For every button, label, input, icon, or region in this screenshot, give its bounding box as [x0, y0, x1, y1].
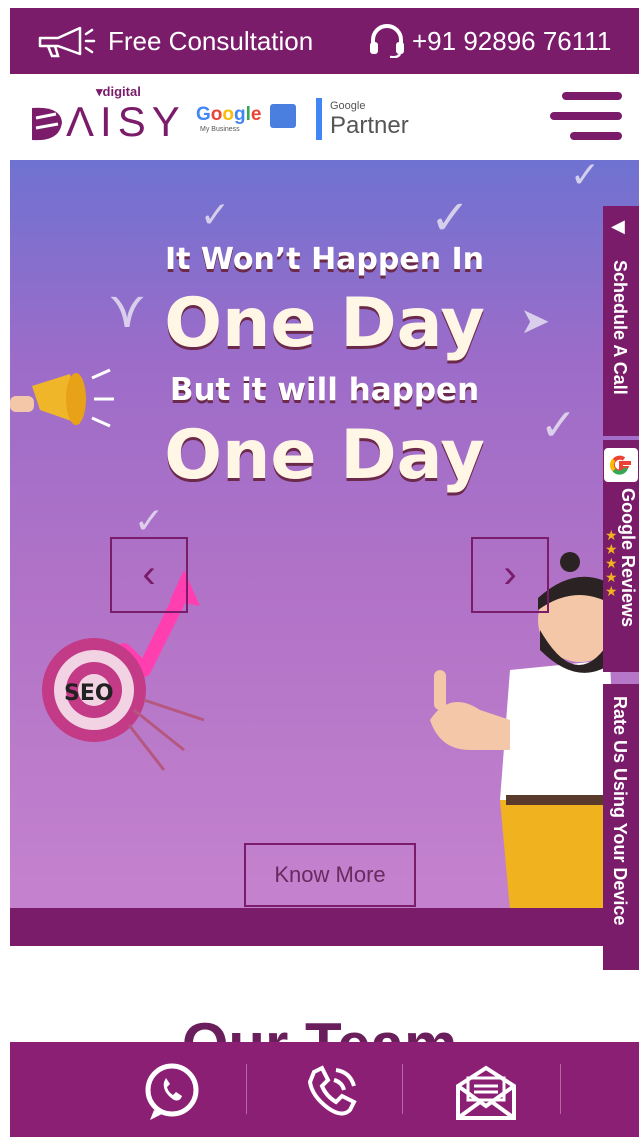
megaphone-illustration — [10, 368, 114, 428]
phone-icon[interactable] — [298, 1062, 362, 1122]
hero-bottom-band — [10, 908, 639, 946]
rate-us-tab[interactable]: Rate Us Using Your Device — [603, 684, 639, 970]
divider — [560, 1064, 561, 1114]
slider-prev-button[interactable]: ‹ — [110, 537, 188, 613]
partner-text: Partner — [330, 112, 409, 139]
google-reviews-tab[interactable]: Google Reviews ★ ★ ★ ★ ★ — [603, 440, 639, 672]
hero-line-1: It Won’t Happen In — [164, 242, 485, 277]
daisy-logo[interactable]: ▾digital ΛISY — [30, 84, 180, 154]
phone-number-link[interactable]: +91 92896 76111 — [368, 24, 611, 58]
hamburger-menu-button[interactable] — [550, 88, 622, 144]
hero-slider: ✓ ✓ ✓ ⋎ ➤ ✓ ✓ It Won’t Happen In One Day… — [10, 160, 639, 946]
gmb-google-word: Google — [196, 104, 262, 125]
know-more-button[interactable]: Know More — [244, 843, 416, 907]
store-icon — [270, 104, 296, 128]
logo-d-mark — [32, 107, 62, 141]
logo-daisy-text: ΛISY — [66, 98, 186, 145]
divider — [246, 1064, 247, 1114]
menu-line-icon — [550, 112, 622, 120]
menu-line-icon — [562, 92, 622, 100]
top-bar: Free Consultation +91 92896 76111 — [10, 8, 639, 74]
bird-icon: ✓ — [200, 194, 231, 235]
google-g-icon — [604, 448, 638, 482]
seo-label: SEO — [64, 681, 114, 706]
phone-number-label: +91 92896 76111 — [412, 25, 612, 56]
schedule-call-label: Schedule A Call — [610, 260, 630, 395]
megaphone-icon — [36, 24, 100, 58]
slider-next-button[interactable]: › — [471, 537, 549, 613]
stars-icon: ★ ★ ★ ★ ★ — [605, 527, 618, 599]
site-header: ▾digital ΛISY Google My Business Google … — [10, 74, 639, 160]
whatsapp-icon[interactable] — [140, 1062, 204, 1122]
menu-line-icon — [570, 132, 622, 140]
divider — [402, 1064, 403, 1114]
mail-icon[interactable] — [454, 1062, 518, 1122]
google-reviews-label: Google Reviews — [618, 488, 638, 628]
rate-us-label: Rate Us Using Your Device — [610, 696, 630, 926]
bird-icon: ✓ — [134, 500, 165, 541]
free-consultation-label: Free Consultation — [108, 25, 314, 56]
bird-icon: ✓ — [430, 192, 471, 245]
schedule-call-tab[interactable]: ◀ Schedule A Call — [603, 206, 639, 436]
partner-bar — [316, 98, 322, 140]
triangle-left-icon: ◀ — [611, 216, 625, 236]
partner-google-text: Google — [330, 100, 366, 112]
free-consultation-link[interactable]: Free Consultation — [36, 24, 313, 58]
hero-line-2: One Day — [164, 284, 485, 363]
headset-icon — [368, 24, 406, 58]
gmb-subtitle: My Business — [200, 126, 240, 133]
google-partner-badge: Google Partner — [316, 96, 436, 144]
google-my-business-badge: Google My Business — [196, 100, 306, 140]
bottom-contact-bar — [10, 1042, 639, 1137]
bird-icon: ✓ — [570, 160, 601, 195]
